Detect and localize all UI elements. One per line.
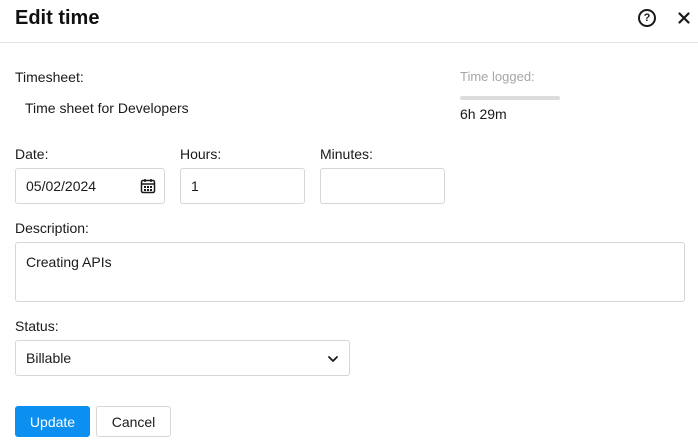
help-symbol: ? [643, 11, 651, 24]
help-icon[interactable]: ? [638, 9, 656, 27]
hours-label: Hours: [180, 146, 222, 162]
description-textarea[interactable]: Creating APIs [15, 242, 685, 302]
time-logged-progress-fill [460, 96, 560, 100]
minutes-label: Minutes: [320, 146, 373, 162]
hours-value: 1 [191, 178, 199, 194]
time-logged-progress-bar [460, 96, 560, 100]
timesheet-value: Time sheet for Developers [25, 100, 189, 116]
cancel-button[interactable]: Cancel [96, 406, 171, 437]
time-logged-label: Time logged: [460, 69, 535, 84]
status-value: Billable [26, 350, 72, 366]
chevron-down-icon [328, 356, 338, 362]
update-button[interactable]: Update [15, 406, 90, 437]
date-value: 05/02/2024 [26, 178, 97, 194]
timesheet-label: Timesheet: [15, 69, 84, 85]
status-label: Status: [15, 318, 59, 334]
minutes-input[interactable] [320, 168, 445, 204]
dialog-header: Edit time ? [0, 0, 698, 43]
hours-input[interactable]: 1 [180, 168, 305, 204]
description-value: Creating APIs [26, 254, 112, 270]
status-select[interactable]: Billable [15, 340, 350, 376]
description-label: Description: [15, 220, 89, 236]
close-icon[interactable] [673, 7, 695, 29]
time-logged-value: 6h 29m [460, 106, 507, 122]
date-field[interactable]: 05/02/2024 [15, 168, 165, 204]
date-label: Date: [15, 146, 49, 162]
calendar-icon[interactable] [140, 178, 156, 194]
dialog-title: Edit time [15, 7, 100, 29]
